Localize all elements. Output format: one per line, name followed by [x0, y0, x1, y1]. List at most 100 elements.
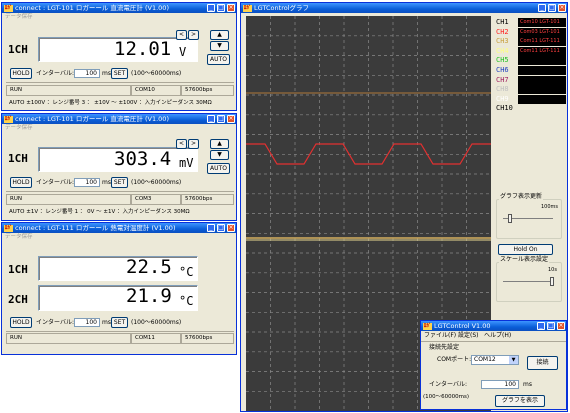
chevron-down-icon[interactable]: ▼: [509, 356, 518, 364]
baud-rate-cell: 57600bps: [181, 333, 234, 344]
channel-label: 1CH: [8, 43, 28, 56]
legend-tag-ch6: [518, 66, 566, 75]
legend-label-ch1: CH1: [496, 18, 509, 26]
minimize-button[interactable]: _: [537, 322, 545, 330]
range-info: AUTO ±1V ：レンジ番号 1 ： 0V 〜 ±1V ：入力インピーダンス …: [9, 209, 190, 215]
interval-input[interactable]: 100: [74, 69, 100, 78]
interval-unit: ms: [523, 381, 532, 388]
range-right-button[interactable]: >: [188, 139, 199, 149]
save-data-label[interactable]: データ保存: [2, 233, 236, 241]
legend-tag-ch9: [518, 94, 566, 104]
hold-button[interactable]: HOLD: [10, 68, 32, 79]
app-icon: ﾛｶﾞ: [243, 4, 252, 12]
set-button[interactable]: SET: [111, 177, 128, 188]
hold-on-button[interactable]: Hold On: [498, 244, 553, 255]
legend-tag-ch3: Com11 LGT-111: [518, 37, 566, 47]
maximize-button[interactable]: □: [548, 4, 556, 12]
com-port-select[interactable]: COM12 ▼: [471, 355, 519, 365]
dc-voltmeter-window-1: ﾛｶﾞ connect : LGT-101 ロガーール 直流電圧計 (V1.00)…: [1, 2, 237, 111]
hold-button[interactable]: HOLD: [10, 177, 32, 188]
channel-label: 1CH: [8, 152, 28, 165]
close-button[interactable]: ×: [558, 4, 566, 12]
legend-tag-ch1: Com10 LGT-101: [518, 18, 566, 27]
divider: [6, 191, 234, 192]
legend-label-ch5: CH5: [496, 56, 509, 65]
auto-button[interactable]: AUTO: [207, 54, 230, 65]
interval-input[interactable]: 100: [74, 178, 100, 187]
interval-label: インターバル:: [36, 70, 74, 77]
set-button[interactable]: SET: [111, 317, 128, 328]
title-bar[interactable]: ﾛｶﾞ LGTControlグラフ _ □ ×: [241, 3, 567, 13]
app-icon: ﾛｶﾞ: [4, 224, 13, 232]
minimize-button[interactable]: _: [538, 4, 546, 12]
close-button[interactable]: ×: [227, 4, 235, 12]
channel-2-value: 21.9: [126, 285, 172, 307]
hold-button[interactable]: HOLD: [10, 317, 32, 328]
interval-input[interactable]: 100: [481, 380, 519, 389]
show-graph-button[interactable]: グラフを表示: [495, 395, 545, 407]
title-bar[interactable]: ﾛｶﾞ connect : LGT-101 ロガーール 直流電圧計 (V1.00)…: [2, 114, 236, 124]
range-down-button[interactable]: ▼: [210, 41, 229, 51]
legend-tag-ch7: [518, 75, 566, 85]
minimize-button[interactable]: _: [207, 4, 215, 12]
window-title: LGTControlグラフ: [254, 4, 310, 12]
scale-setting-track[interactable]: [503, 281, 553, 282]
legend-tag-ch4: Com11 LGT-111: [518, 46, 566, 56]
close-button[interactable]: ×: [557, 322, 565, 330]
close-button[interactable]: ×: [227, 115, 235, 123]
title-bar[interactable]: ﾛｶﾞ LGTControl V1.00 _ □ ×: [421, 321, 566, 331]
range-left-button[interactable]: <: [176, 139, 187, 149]
graph-update-slider-thumb[interactable]: [508, 214, 512, 223]
interval-range: (100〜60000ms): [131, 179, 182, 186]
channel-1-unit: °C: [179, 265, 194, 279]
interval-input[interactable]: 100: [74, 318, 100, 327]
range-up-button[interactable]: ▲: [210, 139, 229, 149]
window-title: LGTControl V1.00: [434, 322, 491, 330]
save-data-label[interactable]: データ保存: [2, 124, 236, 132]
thermometer-window: ﾛｶﾞ connect : LGT-111 ロガーール 熱電対温度計 (V1.00…: [1, 222, 237, 355]
legend-tag-ch8: [518, 85, 566, 95]
legend-label-ch4: CH4: [496, 46, 509, 55]
range-info: AUTO ±100V ：レンジ番号 3 ： ±10V 〜 ±100V ：入力イン…: [9, 100, 212, 106]
save-data-label[interactable]: データ保存: [2, 13, 236, 21]
status-cell: RUN: [6, 333, 131, 344]
minimize-button[interactable]: _: [207, 224, 215, 232]
scale-setting-label: スケール表示設定: [499, 256, 550, 264]
dc-voltmeter-window-2: ﾛｶﾞ connect : LGT-101 ロガーール 直流電圧計 (V1.00)…: [1, 113, 237, 221]
channel-2-unit: °C: [179, 294, 194, 308]
legend-tag-ch5: [518, 56, 566, 66]
legend-label-ch8: CH8: [496, 85, 509, 94]
channel-1-display: [38, 256, 198, 281]
divider: [6, 82, 234, 83]
set-button[interactable]: SET: [111, 68, 128, 79]
com-port-cell: COM3: [131, 194, 181, 205]
scale-setting-slider-thumb[interactable]: [550, 277, 554, 286]
maximize-button[interactable]: □: [217, 224, 225, 232]
legend-label-ch9: CH9: [496, 94, 509, 103]
com-port-cell: COM10: [131, 85, 181, 96]
menu-divider: [421, 341, 566, 342]
range-right-button[interactable]: >: [188, 30, 199, 40]
com-port-cell: COM11: [131, 333, 181, 344]
maximize-button[interactable]: □: [217, 4, 225, 12]
minimize-button[interactable]: _: [207, 115, 215, 123]
menu-file[interactable]: ファイル(F): [424, 332, 456, 340]
title-bar[interactable]: ﾛｶﾞ connect : LGT-111 ロガーール 熱電対温度計 (V1.00…: [2, 223, 236, 233]
maximize-button[interactable]: □: [217, 115, 225, 123]
auto-button[interactable]: AUTO: [207, 163, 230, 174]
menu-settings[interactable]: 設定(S): [458, 332, 479, 340]
range-left-button[interactable]: <: [176, 30, 187, 40]
title-bar[interactable]: ﾛｶﾞ connect : LGT-101 ロガーール 直流電圧計 (V1.00)…: [2, 3, 236, 13]
divider: [6, 331, 234, 332]
connect-button[interactable]: 接続: [527, 356, 558, 370]
baud-rate-cell: 57600bps: [181, 194, 234, 205]
range-down-button[interactable]: ▼: [210, 150, 229, 160]
window-title: connect : LGT-101 ロガーール 直流電圧計 (V1.00): [15, 115, 169, 123]
close-button[interactable]: ×: [227, 224, 235, 232]
maximize-button[interactable]: □: [547, 322, 555, 330]
interval-label: インターバル:: [36, 179, 74, 186]
legend-label-ch3: CH3: [496, 37, 509, 46]
menu-help[interactable]: ヘルプ(H): [484, 332, 511, 340]
range-up-button[interactable]: ▲: [210, 30, 229, 40]
legend-label-ch7: CH7: [496, 75, 509, 84]
